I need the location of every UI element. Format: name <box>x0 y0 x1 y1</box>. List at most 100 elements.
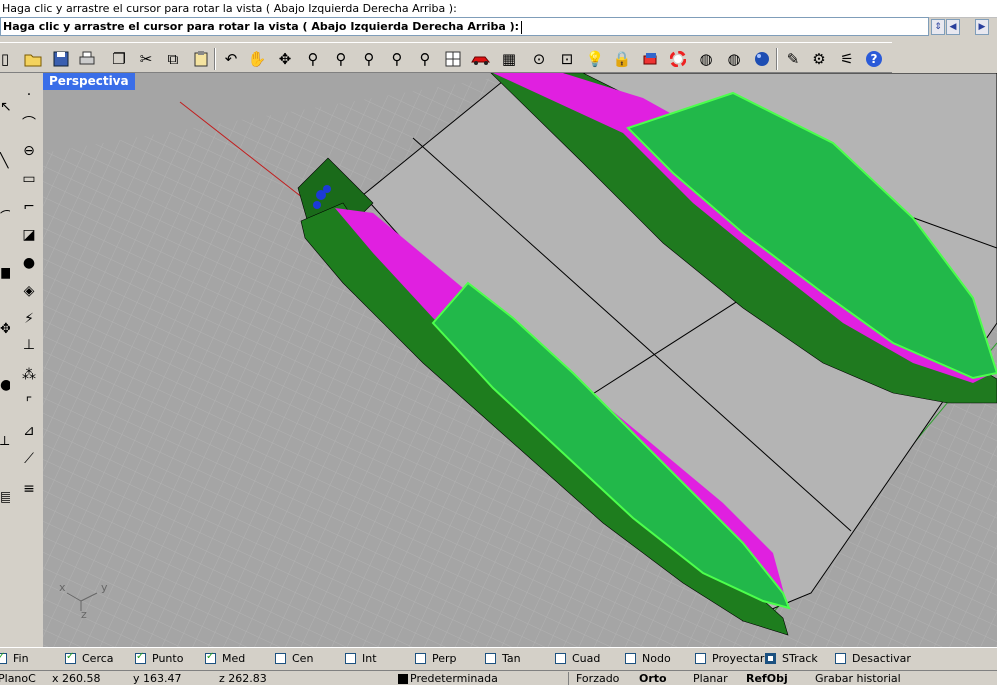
command-prompt[interactable]: Haga clic y arrastre el cursor para rota… <box>0 17 929 36</box>
print-icon[interactable] <box>76 48 98 70</box>
status-osnap[interactable]: RefObj <box>746 672 788 685</box>
pen-icon[interactable]: ✎ <box>782 48 804 70</box>
status-bar: PlanoC x 260.58 y 163.47 z 262.83 Predet… <box>0 670 997 685</box>
layer-color-swatch <box>398 673 408 684</box>
render-icon[interactable]: ⟋ <box>17 447 41 471</box>
osnap-bar: Fin Cerca Punto Med Cen Int Perp Tan Cua… <box>0 647 997 670</box>
command-history: Haga clic y arrastre el cursor para rota… <box>0 0 997 18</box>
status-layer[interactable]: Predeterminada <box>398 672 498 685</box>
analyze-icon[interactable]: ⊿ <box>17 419 41 443</box>
zoom-dynamic-icon[interactable]: ⚲ <box>414 48 436 70</box>
viewport-title[interactable]: Perspectiva <box>43 73 135 90</box>
polyline-icon[interactable]: ⌒ <box>0 205 10 229</box>
boolean-icon[interactable]: ● <box>0 373 10 397</box>
toolbar-separator <box>776 48 778 70</box>
rendered-sphere-icon[interactable] <box>751 48 773 70</box>
command-prompt-text: Haga clic y arrastre el cursor para rota… <box>3 20 523 34</box>
options-icon[interactable]: ⚟ <box>836 48 858 70</box>
move-icon[interactable]: ✥ <box>0 317 10 341</box>
pan-icon[interactable]: ✋ <box>246 48 268 70</box>
elevator-icon[interactable]: ⊡ <box>556 48 578 70</box>
osnap-strack[interactable]: STrack <box>765 652 818 665</box>
osnap-int[interactable]: Int <box>345 652 377 665</box>
help-icon[interactable]: ? <box>863 48 885 70</box>
open-icon[interactable] <box>22 48 44 70</box>
curve-icon[interactable]: ⌒ <box>17 111 41 135</box>
point-icon[interactable]: · <box>17 83 41 107</box>
light-icon[interactable]: 💡 <box>584 48 606 70</box>
osnap-perp[interactable]: Perp <box>415 652 457 665</box>
status-snap[interactable]: Forzado <box>576 672 619 685</box>
select-icon[interactable]: ↖ <box>0 95 10 119</box>
status-y: y 163.47 <box>133 672 182 685</box>
line-icon[interactable]: ╲ <box>0 149 10 173</box>
osnap-knot[interactable]: Nodo <box>625 652 671 665</box>
toolbar-separator <box>214 48 216 70</box>
arc-icon[interactable]: ⌐ <box>17 195 41 219</box>
dimension-icon[interactable]: ⚡ <box>17 307 41 331</box>
copy-icon[interactable]: ⧉ <box>162 48 184 70</box>
svg-text:?: ? <box>871 52 878 66</box>
osnap-near[interactable]: Cerca <box>65 651 114 665</box>
osnap-mid[interactable]: Med <box>205 651 245 665</box>
perspective-viewport[interactable]: Perspectiva x y z <box>43 73 997 647</box>
color-wheel-icon[interactable] <box>667 48 689 70</box>
box-icon[interactable]: ■ <box>0 261 10 285</box>
undo-icon[interactable]: ↶ <box>220 48 242 70</box>
status-z: z 262.83 <box>219 672 267 685</box>
wireframe-sphere-icon[interactable]: ◍ <box>695 48 717 70</box>
paste-icon[interactable] <box>190 48 212 70</box>
osnap-project[interactable]: Proyectar <box>695 652 764 665</box>
surface-icon[interactable]: ◪ <box>17 223 41 247</box>
model-scene <box>43 73 997 647</box>
solid-sphere-icon[interactable]: ● <box>17 251 41 275</box>
grid-snap-icon[interactable]: ▤ <box>0 485 10 509</box>
save-icon[interactable] <box>50 48 72 70</box>
cut-icon[interactable]: ✂ <box>135 48 157 70</box>
status-ortho[interactable]: Orto <box>639 672 667 685</box>
cplane-icon[interactable]: ⊙ <box>528 48 550 70</box>
axis-label-y: y <box>101 581 108 594</box>
grid-icon[interactable]: ▦ <box>498 48 520 70</box>
layer-icon[interactable] <box>639 48 661 70</box>
split-icon[interactable]: ⟂ <box>0 429 10 453</box>
status-planar[interactable]: Planar <box>693 672 728 685</box>
car-icon[interactable] <box>470 48 492 70</box>
osnap-disable[interactable]: Desactivar <box>835 652 911 665</box>
status-cplane[interactable]: PlanoC <box>0 672 36 685</box>
zoom-icon[interactable]: ⚲ <box>302 48 324 70</box>
settings-icon[interactable]: ⚙ <box>808 48 830 70</box>
transform-icon[interactable]: ⊥ <box>17 333 41 357</box>
viewports-icon[interactable] <box>442 48 464 70</box>
rotate-icon[interactable]: ✥ <box>274 48 296 70</box>
osnap-cen[interactable]: Cen <box>275 652 313 665</box>
new-icon[interactable]: ▯ <box>0 48 16 70</box>
status-history[interactable]: Grabar historial <box>815 672 901 685</box>
axis-label-z: z <box>81 608 87 621</box>
zoom-selected-icon[interactable]: ⚲ <box>386 48 408 70</box>
left-toolbar: · ⌒ ⊖ ▭ ⌐ ◪ ● ◈ ⚡ ⊥ ⁂ ⌜ ⊿ ⟋ ≡ ↖ ╲ ⌒ ■ ✥ … <box>0 75 42 515</box>
rectangle-icon[interactable]: ▭ <box>17 167 41 191</box>
axis-indicator <box>66 592 98 611</box>
annotation-icon[interactable]: ≡ <box>17 477 41 501</box>
scroll-right-icon[interactable]: ▶ <box>975 19 989 35</box>
osnap-quad[interactable]: Cuad <box>555 652 600 665</box>
osnap-point[interactable]: Punto <box>135 651 183 665</box>
import-icon[interactable]: ❐ <box>108 48 130 70</box>
fillet-icon[interactable]: ⌜ <box>17 391 41 415</box>
scroll-left-icon[interactable]: ◀ <box>946 19 960 35</box>
main-toolbar: ▯ ❐ ✂ ⧉ ↶ ✋ ✥ ⚲ ⚲ ⚲ ⚲ ⚲ ▦ ⊙ ⊡ 💡 🔒 ◍ ◍ ✎ … <box>0 42 892 73</box>
osnap-tan[interactable]: Tan <box>485 652 521 665</box>
array-icon[interactable]: ⁂ <box>17 363 41 387</box>
ellipse-icon[interactable]: ⊖ <box>17 139 41 163</box>
lock-icon[interactable]: 🔒 <box>611 48 633 70</box>
status-x: x 260.58 <box>52 672 101 685</box>
zoom-window-icon[interactable]: ⚲ <box>330 48 352 70</box>
mesh-icon[interactable]: ◈ <box>17 279 41 303</box>
command-history-text: Haga clic y arrastre el cursor para rota… <box>2 2 457 15</box>
osnap-end[interactable]: Fin <box>0 651 29 665</box>
axis-label-x: x <box>59 581 66 594</box>
zoom-extents-icon[interactable]: ⚲ <box>358 48 380 70</box>
spin-icon[interactable]: ⇕ <box>931 19 945 35</box>
shaded-sphere-icon[interactable]: ◍ <box>723 48 745 70</box>
